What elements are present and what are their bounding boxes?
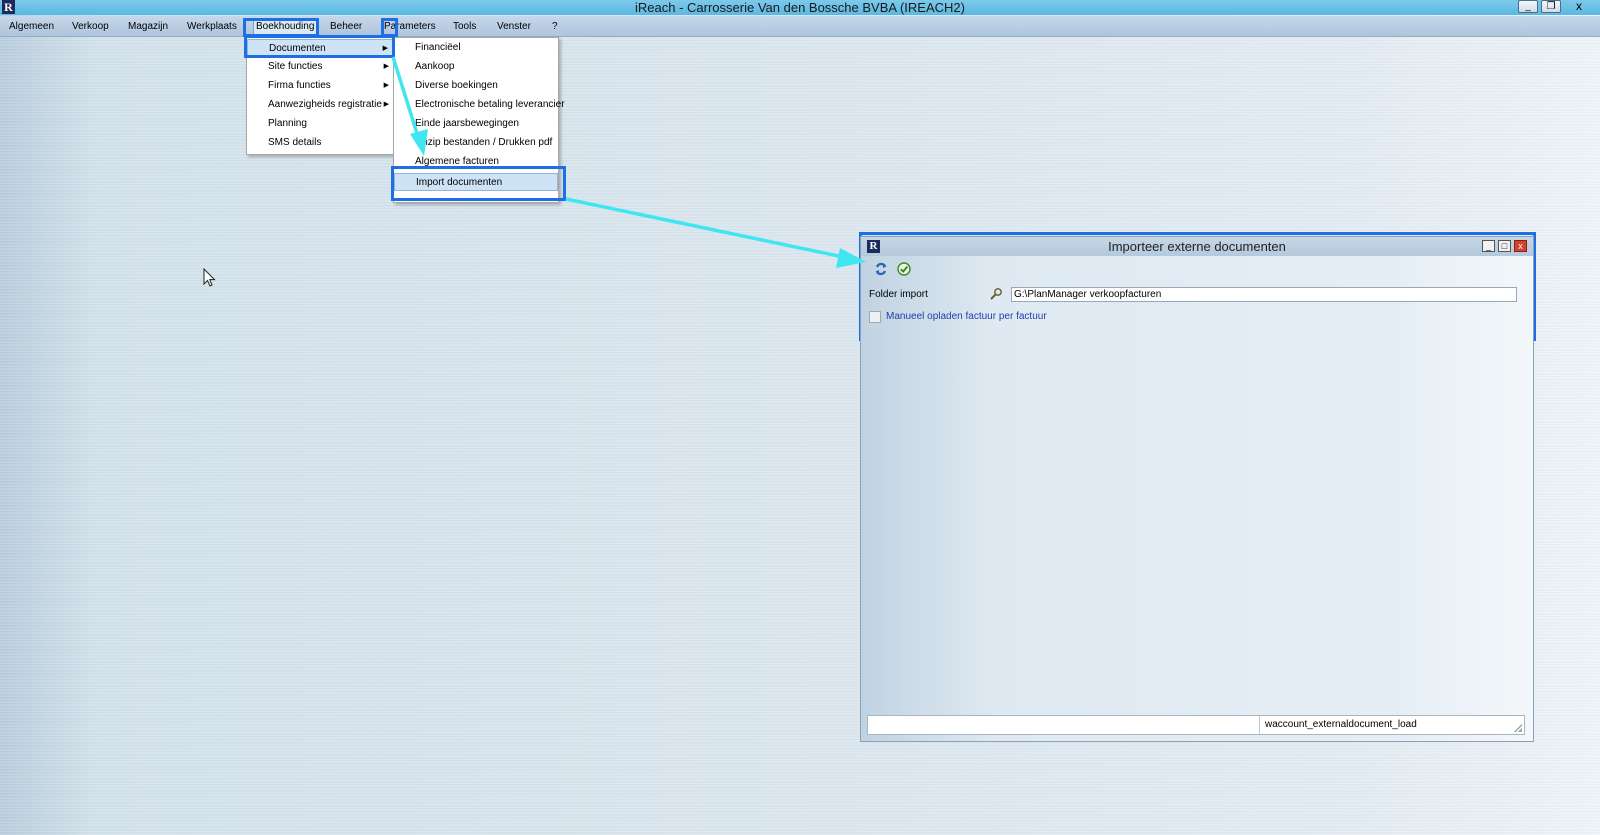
status-text: waccount_externaldocument_load	[1265, 719, 1417, 730]
resize-grip-icon[interactable]	[1514, 724, 1522, 732]
submenu-arrow-icon: ▶	[383, 82, 389, 89]
folder-import-label: Folder import	[869, 289, 928, 300]
menu-item-planning[interactable]: Planning	[247, 115, 395, 133]
menu-item-label: Aanwezigheids registratie	[268, 99, 382, 110]
window-maximize-button[interactable]: □	[1498, 240, 1511, 252]
window-minimize-button[interactable]: _	[1482, 240, 1495, 252]
import-window-title: Importeer externe documenten	[1108, 239, 1286, 254]
import-window: R Importeer externe documenten _ □ x Fol…	[860, 236, 1534, 742]
boekhouding-dropdown: Documenten ▶ Site functies ▶ Firma functie…	[246, 37, 396, 155]
menu-magazijn[interactable]: Magazijn	[126, 19, 170, 34]
menu-item-label: Documenten	[269, 43, 326, 54]
menu-item-algemene-facturen[interactable]: Algemene facturen	[394, 153, 558, 171]
folder-import-input[interactable]: G:\PlanManager verkoopfacturen	[1011, 287, 1517, 302]
menu-item-import-documenten[interactable]: Import documenten	[394, 173, 558, 191]
menu-item-diverse-boekingen[interactable]: Diverse boekingen	[394, 77, 558, 95]
menu-beheer[interactable]: Beheer	[328, 19, 364, 34]
menu-verkoop[interactable]: Verkoop	[70, 19, 111, 34]
refresh-icon[interactable]	[874, 262, 888, 276]
app-title: iReach - Carrosserie Van den Bossche BVB…	[635, 0, 965, 15]
close-button[interactable]: x	[1564, 0, 1594, 13]
status-bar: waccount_externaldocument_load	[867, 715, 1525, 735]
menu-item-label: Firma functies	[268, 80, 331, 91]
menu-boekhouding[interactable]: Boekhouding	[253, 18, 318, 35]
submenu-arrow-icon: ▶	[382, 45, 388, 52]
submenu-arrow-icon: ▶	[383, 101, 389, 108]
status-divider	[1259, 716, 1260, 734]
menu-item-electronische-betaling[interactable]: Electronische betaling leverancier	[394, 96, 565, 114]
menu-item-einde-jaarsbewegingen[interactable]: Einde jaarsbewegingen	[394, 115, 558, 133]
submenu-arrow-icon: ▶	[383, 63, 389, 70]
import-window-title-bar: R Importeer externe documenten _ □ x	[861, 237, 1533, 256]
menu-algemeen[interactable]: Algemeen	[7, 19, 56, 34]
menu-werkplaats[interactable]: Werkplaats	[185, 19, 239, 34]
menu-item-financieel[interactable]: Financiëel	[394, 39, 558, 57]
restore-button[interactable]: ❐	[1541, 0, 1561, 13]
menu-item-site-functies[interactable]: Site functies ▶	[247, 58, 395, 76]
menu-item-aanwezigheids-registratie[interactable]: Aanwezigheids registratie ▶	[247, 96, 395, 114]
search-icon[interactable]	[989, 287, 1003, 301]
menu-item-label: Planning	[268, 118, 307, 129]
documenten-submenu: Financiëel Aankoop Diverse boekingen Ele…	[393, 37, 565, 203]
minimize-button[interactable]: _	[1518, 0, 1538, 13]
menu-item-documenten[interactable]: Documenten ▶	[247, 39, 395, 57]
menu-help[interactable]: ?	[550, 19, 560, 34]
menu-item-label: Site functies	[268, 61, 323, 72]
window-close-button[interactable]: x	[1514, 240, 1527, 252]
menu-parameters[interactable]: Parameters	[382, 19, 438, 34]
mouse-cursor-icon	[203, 268, 216, 287]
app-title-bar: R iReach - Carrosserie Van den Bossche B…	[0, 0, 1600, 15]
menu-venster[interactable]: Venster	[495, 19, 533, 34]
menu-bar: Algemeen Verkoop Magazijn Werkplaats Boe…	[0, 16, 1600, 37]
menu-tools[interactable]: Tools	[451, 19, 478, 34]
manueel-opladen-label[interactable]: Manueel opladen factuur per factuur	[886, 311, 1047, 322]
menu-item-sms-details[interactable]: SMS details	[247, 134, 395, 152]
menu-item-firma-functies[interactable]: Firma functies ▶	[247, 77, 395, 95]
checkmark-icon[interactable]	[897, 262, 911, 276]
menu-item-label: SMS details	[268, 137, 322, 148]
manueel-opladen-checkbox[interactable]	[869, 311, 881, 323]
menu-item-unzip-bestanden[interactable]: Unzip bestanden / Drukken pdf	[394, 134, 558, 152]
menu-item-aankoop[interactable]: Aankoop	[394, 58, 558, 76]
